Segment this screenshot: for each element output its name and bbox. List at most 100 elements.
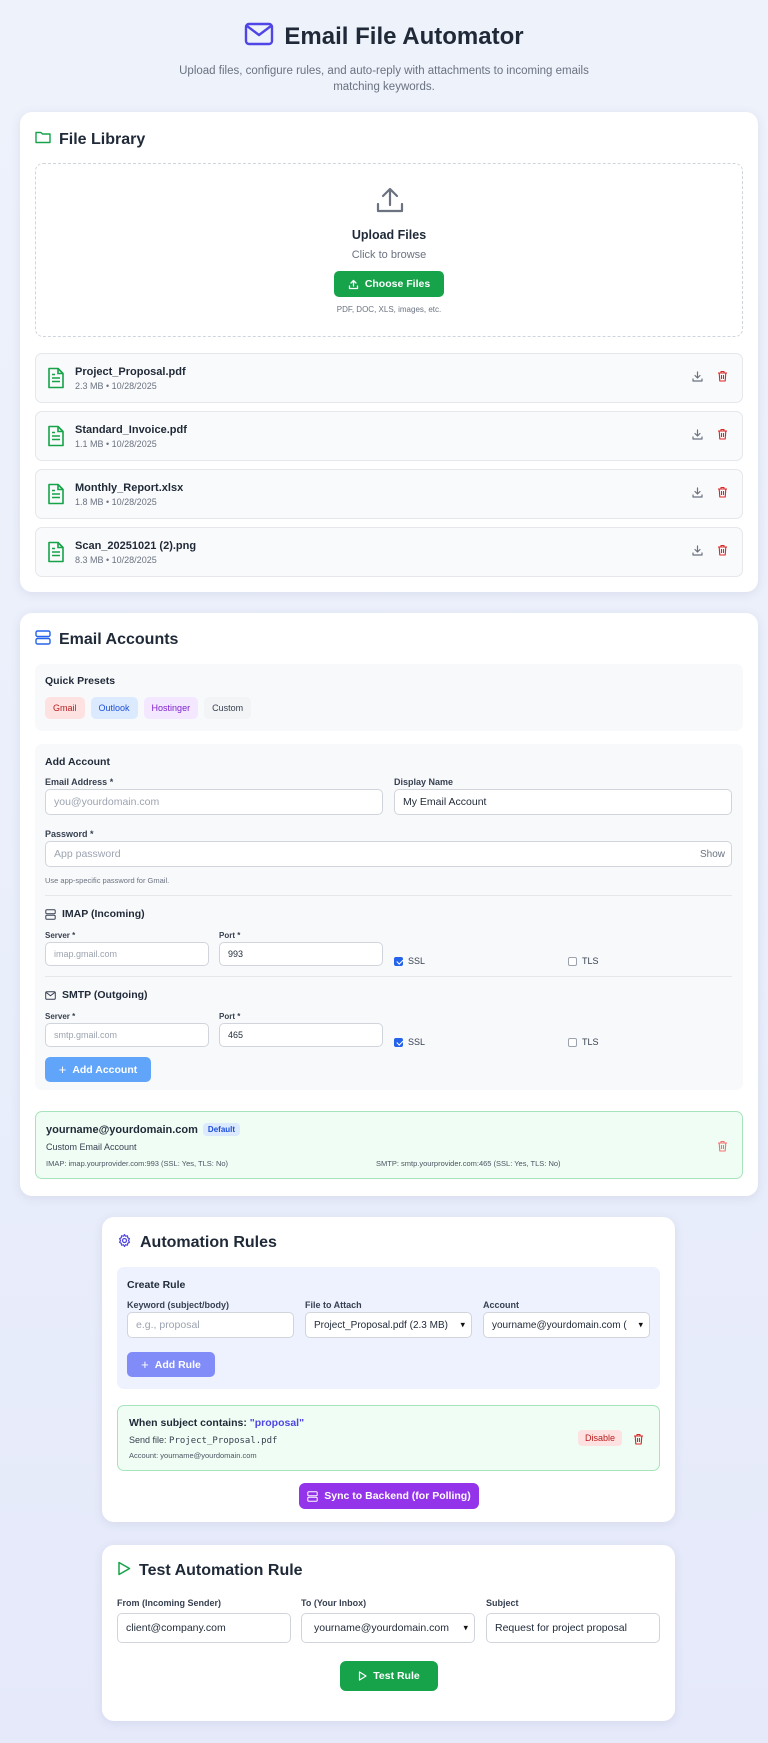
file-name: Standard_Invoice.pdf: [75, 423, 187, 436]
page-subtitle: Upload files, configure rules, and auto-…: [179, 65, 589, 93]
add-account-label: Add Account: [45, 756, 110, 768]
file-attach-value: Project_Proposal.pdf (2.3 MB): [314, 1319, 448, 1331]
preset-hostinger[interactable]: Hostinger: [143, 697, 199, 719]
from-field[interactable]: client@company.com: [117, 1613, 291, 1643]
choose-files-label: Choose Files: [364, 278, 431, 290]
smtp-tls-checkbox[interactable]: TLS: [568, 1037, 599, 1047]
email-accounts-card: Email Accounts Quick Presets Gmail Outloo…: [20, 613, 758, 1196]
display-name-label: Display Name: [394, 777, 454, 787]
tls-label: TLS: [582, 956, 599, 966]
ssl-label: SSL: [408, 1037, 426, 1047]
file-meta: 1.1 MB • 10/28/2025: [75, 438, 157, 449]
file-row[interactable]: Standard_Invoice.pdf 1.1 MB • 10/28/2025: [35, 411, 743, 461]
smtp-port-field[interactable]: 465: [219, 1023, 383, 1047]
file-icon: [47, 483, 65, 505]
folder-icon: [35, 130, 51, 149]
trash-icon[interactable]: [717, 369, 728, 387]
chevron-down-icon: ▾: [463, 1622, 468, 1633]
trash-icon[interactable]: [717, 427, 728, 445]
file-attach-select[interactable]: Project_Proposal.pdf (2.3 MB) ▾: [305, 1312, 472, 1338]
account-name: Custom Email Account: [46, 1142, 137, 1152]
chevron-down-icon: ▾: [636, 1319, 643, 1331]
add-rule-button[interactable]: + Add Rule: [127, 1352, 215, 1377]
sync-backend-label: Sync to Backend (for Polling): [324, 1490, 471, 1502]
checkbox-icon: [568, 1037, 577, 1047]
rule-send-label: Send file:: [129, 1435, 167, 1445]
keyword-input[interactable]: e.g., proposal: [127, 1312, 294, 1338]
server-small-icon: [307, 1490, 318, 1502]
password-field[interactable]: App password Show: [45, 841, 732, 867]
imap-server-field[interactable]: imap.gmail.com: [45, 942, 209, 966]
password-hint: Use app-specific password for Gmail.: [45, 876, 170, 885]
file-row[interactable]: Scan_20251021 (2).png 8.3 MB • 10/28/2025: [35, 527, 743, 577]
download-icon[interactable]: [692, 427, 703, 445]
account-email: yourname@yourdomain.com: [46, 1124, 198, 1136]
show-password-button[interactable]: Show: [700, 849, 725, 860]
password-placeholder: App password: [54, 848, 121, 860]
download-icon[interactable]: [692, 369, 703, 387]
preset-gmail[interactable]: Gmail: [45, 697, 85, 719]
rule-keyword: "proposal": [249, 1417, 305, 1429]
test-rule-button[interactable]: Test Rule: [340, 1661, 438, 1691]
page-title: Email File Automator: [284, 22, 524, 50]
trash-icon[interactable]: [633, 1432, 644, 1450]
upload-icon: [374, 184, 406, 221]
preset-custom[interactable]: Custom: [204, 697, 252, 719]
preset-outlook[interactable]: Outlook: [90, 697, 138, 719]
file-meta: 1.8 MB • 10/28/2025: [75, 496, 157, 507]
create-rule-label: Create Rule: [127, 1279, 186, 1291]
imap-tls-checkbox[interactable]: TLS: [568, 956, 599, 966]
upload-small-icon: [348, 279, 358, 289]
server-small-icon: [45, 908, 56, 920]
download-icon[interactable]: [692, 543, 703, 561]
create-rule-panel: Create Rule Keyword (subject/body) e.g.,…: [117, 1267, 660, 1389]
file-attach-label: File to Attach: [305, 1300, 362, 1310]
imap-port-field[interactable]: 993: [219, 942, 383, 966]
email-accounts-title: Email Accounts: [59, 631, 179, 648]
file-meta: 8.3 MB • 10/28/2025: [75, 554, 157, 565]
file-row[interactable]: Project_Proposal.pdf 2.3 MB • 10/28/2025: [35, 353, 743, 403]
quick-presets-label: Quick Presets: [45, 675, 116, 687]
sync-backend-button[interactable]: Sync to Backend (for Polling): [299, 1483, 479, 1509]
account-smtp: SMTP: smtp.yourprovider.com:465 (SSL: Ye…: [376, 1159, 561, 1168]
display-name-field[interactable]: My Email Account: [394, 789, 732, 815]
imap-server-label: Server *: [45, 931, 76, 940]
checkbox-checked-icon: [394, 956, 403, 966]
disable-rule-button[interactable]: Disable: [578, 1430, 623, 1446]
file-icon: [47, 425, 65, 447]
smtp-server-field[interactable]: smtp.gmail.com: [45, 1023, 209, 1047]
add-account-button-label: Add Account: [72, 1063, 138, 1076]
test-rule-title: Test Automation Rule: [139, 1562, 303, 1579]
upload-dropzone[interactable]: Upload Files Click to browse Choose File…: [35, 163, 743, 337]
imap-header: IMAP (Incoming): [45, 908, 145, 920]
download-icon[interactable]: [692, 485, 703, 503]
default-badge: Default: [202, 1123, 241, 1136]
to-select-value: yourname@yourdomain.com: [314, 1622, 449, 1634]
plus-icon: +: [141, 1357, 149, 1372]
add-rule-button-label: Add Rule: [154, 1358, 201, 1371]
gear-icon: [117, 1233, 132, 1253]
to-select[interactable]: yourname@yourdomain.com ▾: [301, 1613, 475, 1643]
subject-field[interactable]: Request for project proposal: [486, 1613, 660, 1643]
upload-hint: PDF, DOC, XLS, images, etc.: [336, 305, 442, 314]
quick-presets-panel: Quick Presets Gmail Outlook Hostinger Custo…: [35, 664, 743, 731]
add-account-panel: Add Account Email Address * you@yourdoma…: [35, 744, 743, 1090]
imap-port-label: Port *: [219, 931, 241, 940]
add-account-button[interactable]: + Add Account: [45, 1057, 151, 1082]
account-select[interactable]: yourname@yourdomain.com ( ▾: [483, 1312, 650, 1338]
trash-icon[interactable]: [717, 485, 728, 503]
file-icon: [47, 367, 65, 389]
checkbox-checked-icon: [394, 1037, 403, 1047]
trash-icon[interactable]: [717, 543, 728, 561]
email-field[interactable]: you@yourdomain.com: [45, 789, 383, 815]
file-row[interactable]: Monthly_Report.xlsx 1.8 MB • 10/28/2025: [35, 469, 743, 519]
choose-files-button[interactable]: Choose Files: [333, 271, 445, 297]
file-library-title: File Library: [59, 130, 146, 148]
divider: [45, 895, 732, 896]
play-small-icon: [359, 1671, 367, 1681]
imap-ssl-checkbox[interactable]: SSL: [394, 956, 425, 966]
automation-rules-header: Automation Rules: [117, 1233, 277, 1253]
smtp-ssl-checkbox[interactable]: SSL: [394, 1037, 425, 1047]
trash-icon[interactable]: [717, 1139, 728, 1157]
test-rule-header: Test Automation Rule: [117, 1561, 303, 1581]
